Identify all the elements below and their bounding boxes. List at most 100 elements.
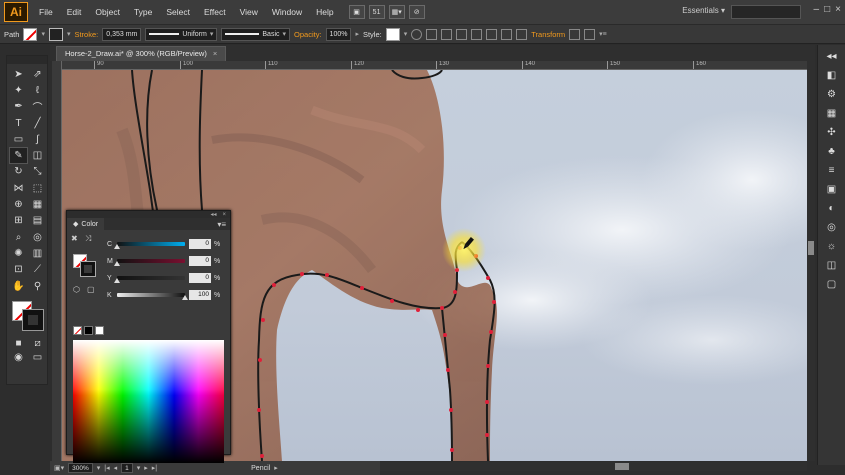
menu-type[interactable]: Type [127, 7, 159, 17]
perspective-grid-tool-icon[interactable]: ▦ [28, 196, 47, 212]
align-center-icon[interactable] [441, 28, 453, 40]
document-tab[interactable]: Horse-2_Draw.ai* @ 300% (RGB/Preview) × [56, 46, 227, 61]
slider-knob[interactable] [114, 278, 120, 283]
stroke-box[interactable] [22, 309, 44, 332]
stroke-label[interactable]: Stroke: [74, 30, 98, 39]
gradient-panel-icon[interactable]: ▣ [822, 181, 842, 197]
direct-selection-tool-icon[interactable]: ⇗ [28, 66, 47, 82]
eraser-tool-icon[interactable]: ◫ [28, 147, 47, 163]
rotate-tool-icon[interactable]: ↻ [9, 164, 28, 180]
chevron-right-icon[interactable]: ▸ [274, 464, 278, 472]
panel-menu-icon[interactable]: ▾≡ [599, 30, 607, 38]
opacity-label[interactable]: Opacity: [294, 30, 322, 39]
distribute-icon[interactable] [516, 28, 528, 40]
hand-tool-icon[interactable]: ✋ [9, 278, 28, 294]
zoom-field[interactable]: 300% [68, 463, 93, 473]
color-mode-icon[interactable]: ■ [9, 336, 28, 350]
type-tool-icon[interactable]: T [9, 115, 28, 131]
graphic-styles-icon[interactable]: ☼ [822, 238, 842, 254]
transparency-icon[interactable]: ◐ [822, 200, 842, 216]
paintbrush-tool-icon[interactable]: ∫ [28, 131, 47, 147]
menu-file[interactable]: File [32, 7, 60, 17]
stroke-panel-icon[interactable]: ≡ [822, 162, 842, 178]
web-safe-icon[interactable]: ▢ [87, 285, 95, 294]
close-tab-icon[interactable]: × [213, 49, 217, 58]
stroke-swatch[interactable] [48, 27, 63, 41]
transform-link[interactable]: Transform [531, 30, 565, 39]
menu-select[interactable]: Select [159, 7, 197, 17]
stock-icon[interactable]: 51 [368, 5, 385, 19]
eyedropper-tool-icon[interactable]: ⌕ [9, 229, 28, 245]
rectangle-tool-icon[interactable]: ▭ [9, 131, 28, 147]
chevron-down-icon[interactable]: ▾ [97, 464, 101, 472]
panel-grip[interactable] [7, 56, 47, 64]
artboard-tool-icon[interactable]: ⊡ [9, 262, 28, 278]
previous-artboard-icon[interactable]: ◂ [114, 464, 118, 472]
fill-swatch[interactable] [23, 27, 38, 41]
align-left-icon[interactable] [426, 28, 438, 40]
last-artboard-icon[interactable]: ▸| [152, 464, 157, 472]
variable-width-profile[interactable]: Uniform ▾ [145, 27, 218, 41]
symbol-sprayer-tool-icon[interactable]: ✺ [9, 245, 28, 261]
cyan-slider[interactable] [114, 242, 185, 249]
vertical-scrollbar[interactable] [807, 61, 815, 461]
zoom-tool-icon[interactable]: ⚲ [28, 278, 47, 294]
close-panel-icon[interactable]: × [222, 212, 226, 218]
line-segment-tool-icon[interactable]: ╱ [28, 115, 47, 131]
bridge-icon[interactable]: ▣ [348, 5, 365, 19]
stroke-box[interactable] [80, 261, 96, 277]
black-swatch[interactable] [84, 326, 93, 335]
menu-object[interactable]: Object [88, 7, 127, 17]
current-tool-status[interactable]: Pencil [251, 465, 270, 472]
flip-icon[interactable] [569, 28, 581, 40]
chevron-down-icon[interactable]: ▾ [404, 30, 408, 38]
none-mode-icon[interactable]: ⧄ [28, 336, 47, 350]
maximize-icon[interactable]: □ [824, 4, 830, 15]
column-graph-tool-icon[interactable]: ▥ [28, 245, 47, 261]
color-panel-icon[interactable]: ⚙ [822, 86, 842, 102]
scale-tool-icon[interactable]: ⤡ [28, 164, 47, 180]
chevron-down-icon[interactable]: ▾ [41, 30, 45, 38]
align-right-icon[interactable] [456, 28, 468, 40]
shape-builder-tool-icon[interactable]: ⊕ [9, 196, 28, 212]
brushes-icon[interactable]: ✣ [822, 124, 842, 140]
selection-tool-icon[interactable]: ➤ [9, 66, 28, 82]
color-spectrum[interactable] [73, 340, 224, 463]
artboard-nav-icon[interactable]: ▣▾ [54, 464, 64, 472]
appearance-icon[interactable]: ◎ [822, 219, 842, 235]
symbols-icon[interactable]: ♣ [822, 143, 842, 159]
isolate-icon[interactable] [584, 28, 596, 40]
chevron-down-icon[interactable]: ▾ [67, 30, 71, 38]
pencil-tool-icon[interactable]: ✎ [9, 147, 28, 164]
slider-knob[interactable] [182, 295, 188, 300]
cyan-value-field[interactable]: 0 [189, 239, 211, 249]
align-bottom-icon[interactable] [501, 28, 513, 40]
brush-definition[interactable]: Basic ▾ [221, 27, 291, 41]
arrange-documents-icon[interactable]: ▦▾ [388, 5, 405, 19]
gradient-tool-icon[interactable]: ▤ [28, 213, 47, 229]
opacity-field[interactable]: 100% [325, 27, 352, 41]
none-icon[interactable]: ✖ [71, 234, 78, 243]
menu-view[interactable]: View [233, 7, 265, 17]
blend-tool-icon[interactable]: ◎ [28, 229, 47, 245]
workspace-switcher[interactable]: Essentials ▾ [682, 6, 725, 15]
swap-fill-stroke-icon[interactable]: ⤨ [85, 234, 91, 244]
lasso-tool-icon[interactable]: ℓ [28, 82, 47, 98]
graphic-style-swatch[interactable] [385, 27, 400, 41]
menu-effect[interactable]: Effect [197, 7, 233, 17]
curvature-tool-icon[interactable]: ⌒ [28, 99, 47, 115]
width-tool-icon[interactable]: ⋈ [9, 180, 28, 196]
black-slider[interactable] [117, 293, 188, 300]
collapse-panels-icon[interactable]: ◂◂ [822, 48, 842, 64]
slider-knob[interactable] [114, 261, 120, 266]
free-transform-tool-icon[interactable]: ⬚ [28, 180, 47, 196]
chevron-right-icon[interactable]: ▸ [355, 30, 359, 38]
color-panel-fill-stroke[interactable] [73, 254, 97, 278]
menu-window[interactable]: Window [265, 7, 309, 17]
align-middle-icon[interactable] [486, 28, 498, 40]
align-top-icon[interactable] [471, 28, 483, 40]
slider-knob[interactable] [114, 244, 120, 249]
menu-help[interactable]: Help [309, 7, 340, 17]
black-value-field[interactable]: 100 [189, 290, 211, 300]
collapse-panel-icon[interactable]: ◂◂ [210, 211, 216, 218]
